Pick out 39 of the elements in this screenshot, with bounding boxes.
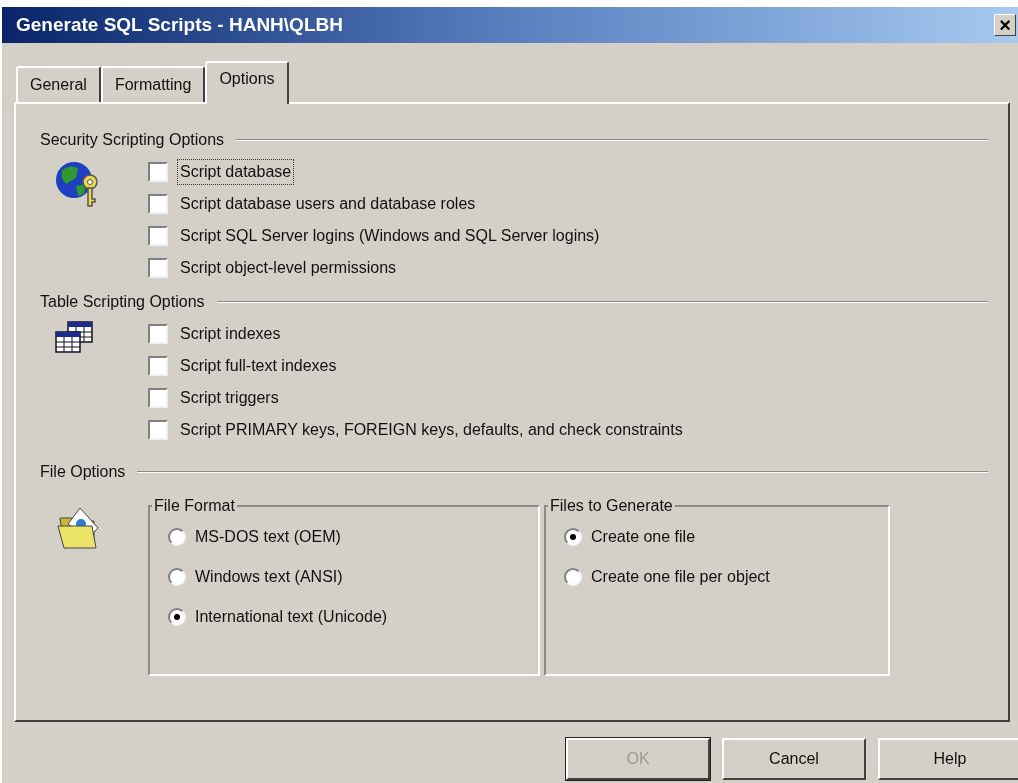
dialog-button[interactable]: Cancel (722, 738, 866, 780)
radio-button[interactable] (168, 608, 186, 626)
radio-label: Create one file per object (591, 567, 770, 587)
section-title: Table Scripting Options (40, 292, 205, 312)
tab[interactable]: General (16, 66, 101, 102)
radio-button[interactable] (168, 568, 186, 586)
radio-button[interactable] (564, 568, 582, 586)
checkbox[interactable] (148, 324, 168, 344)
radio-label: Create one file (591, 527, 696, 547)
checkbox[interactable] (148, 388, 168, 408)
window-title: Generate SQL Scripts - HANH\QLBH (16, 12, 343, 37)
checkbox-label: Script database (178, 160, 294, 184)
checkbox-label: Script full-text indexes (179, 356, 338, 376)
checkbox[interactable] (148, 258, 168, 278)
checkbox[interactable] (148, 162, 168, 182)
dialog-button[interactable]: Help (878, 738, 1018, 780)
checkbox-label: Script indexes (179, 324, 282, 344)
checkbox[interactable] (148, 356, 168, 376)
section-title: File Options (40, 462, 126, 482)
radio-label: Windows text (ANSI) (195, 567, 343, 587)
group-title: File Format (153, 496, 236, 516)
checkbox-label: Script SQL Server logins (Windows and SQL Server logins) (179, 226, 601, 246)
close-button[interactable]: × (994, 14, 1016, 36)
checkbox-label: Script PRIMARY keys, FOREIGN keys, defaults, and check constraints (179, 420, 684, 440)
tab[interactable]: Options (205, 61, 289, 104)
radio-button[interactable] (168, 528, 186, 546)
tables-icon (54, 320, 94, 354)
radio-label: MS-DOS text (OEM) (195, 527, 341, 547)
radio-button[interactable] (564, 528, 582, 546)
checkbox-label: Script database users and database roles (179, 194, 477, 214)
section-title: Security Scripting Options (40, 130, 225, 150)
radio-label: International text (Unicode) (195, 607, 388, 627)
checkbox[interactable] (148, 194, 168, 214)
checkbox-label: Script object-level permissions (179, 258, 398, 278)
tab[interactable]: Formatting (100, 66, 206, 102)
group-title: Files to Generate (549, 496, 674, 516)
checkbox[interactable] (148, 226, 168, 246)
checkbox-label: Script triggers (179, 388, 280, 408)
checkbox[interactable] (148, 420, 168, 440)
